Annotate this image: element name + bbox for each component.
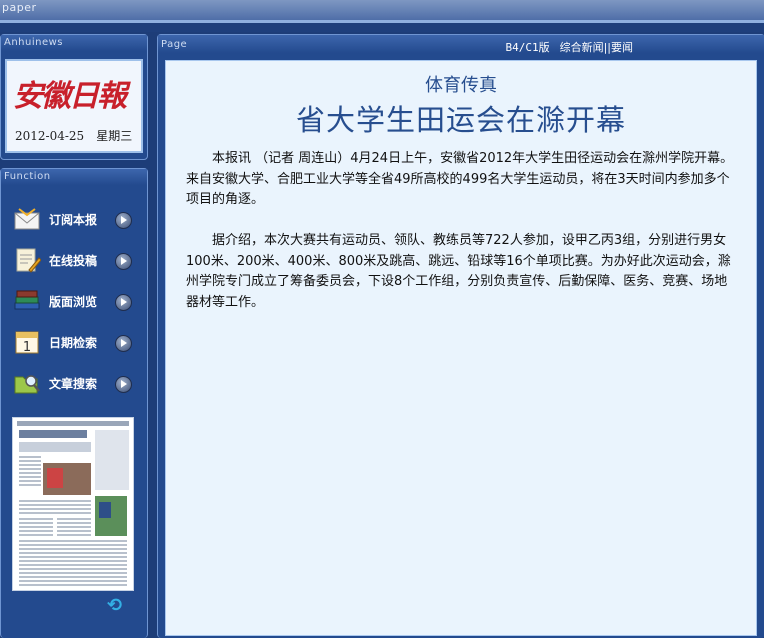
- refresh-icon[interactable]: ⟲: [107, 595, 122, 616]
- newspaper-card: 安徽日報 2012-04-25 星期三: [5, 59, 143, 153]
- menu-item-subscribe[interactable]: 订阅本报: [11, 203, 137, 237]
- article-subhead: 体育传真: [425, 75, 497, 96]
- title-spacer: [0, 23, 764, 32]
- menu-item-browse-pages[interactable]: 版面浏览: [11, 285, 137, 319]
- chevron-right-icon: [115, 212, 132, 229]
- article-content: 体育传真 省大学生田运会在滁开幕 本报讯 （记者 周连山）4月24日上午，安徽省…: [165, 60, 757, 636]
- mail-icon: [14, 208, 40, 230]
- chevron-right-icon: [115, 294, 132, 311]
- window-title-bar: paper: [0, 0, 764, 20]
- menu-label: 订阅本报: [49, 213, 98, 227]
- menu-label: 日期检索: [49, 336, 98, 350]
- news-panel: Anhuinews 安徽日報 2012-04-25 星期三: [0, 34, 148, 160]
- edition-info: B4/C1版 综合新闻||要闻: [505, 39, 633, 55]
- svg-text:1: 1: [23, 340, 31, 355]
- menu-item-submit[interactable]: 在线投稿: [11, 244, 137, 278]
- news-panel-header: Anhuinews: [1, 35, 147, 51]
- chevron-right-icon: [115, 335, 132, 352]
- article-paragraph: 据介绍，本次大赛共有运动员、领队、教练员等722人参加，设甲乙丙3组，分别进行男…: [186, 233, 731, 310]
- article-headline: 省大学生田运会在滁开幕: [295, 103, 626, 137]
- function-panel: Function 订阅本报 在线投稿 版面浏览 1 日期检索 文章搜索 ⟲: [0, 168, 148, 638]
- issue-weekday: 星期三: [96, 129, 133, 143]
- books-icon: [14, 290, 40, 310]
- chevron-right-icon: [115, 253, 132, 270]
- menu-label: 版面浏览: [49, 295, 98, 309]
- window-title: paper: [2, 1, 37, 14]
- function-panel-header: Function: [1, 169, 147, 185]
- menu-item-article-search[interactable]: 文章搜索: [11, 367, 137, 401]
- menu-item-date-search[interactable]: 1 日期检索: [11, 326, 137, 360]
- issue-date: 2012-04-25 星期三: [15, 127, 132, 144]
- edition-name[interactable]: 综合新闻||要闻: [560, 41, 633, 54]
- article-paragraph: 本报讯 （记者 周连山）4月24日上午，安徽省2012年大学生田径运动会在滁州学…: [186, 151, 734, 207]
- issue-date-value: 2012-04-25: [15, 129, 85, 143]
- edition-code[interactable]: B4/C1版: [505, 41, 549, 54]
- calendar-icon: 1: [15, 331, 39, 355]
- search-folder-icon: [14, 375, 40, 394]
- newspaper-page-thumbnail[interactable]: [12, 417, 134, 591]
- chevron-right-icon: [115, 376, 132, 393]
- menu-label: 在线投稿: [49, 254, 98, 268]
- newspaper-logo[interactable]: 安徽日報: [13, 71, 127, 115]
- thumbnail-preview: [13, 418, 133, 590]
- edit-document-icon: [16, 248, 41, 273]
- menu-label: 文章搜索: [49, 377, 98, 391]
- page-panel-header: Page: [158, 35, 764, 53]
- page-panel: Page B4/C1版 综合新闻||要闻 体育传真 省大学生田运会在滁开幕 本报讯…: [157, 34, 764, 638]
